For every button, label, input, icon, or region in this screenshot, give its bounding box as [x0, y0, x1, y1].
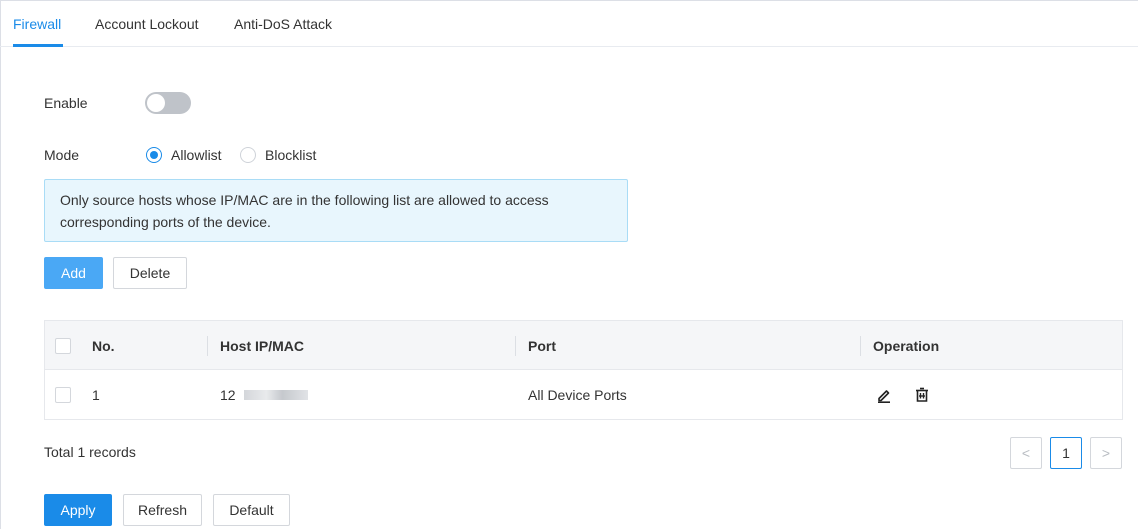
mode-radio-allowlist[interactable]: Allowlist [146, 146, 222, 164]
column-header-operation: Operation [873, 337, 940, 354]
firewall-rules-table: No. Host IP/MAC Port Operation 1 12 All … [44, 320, 1123, 420]
row-no: 1 [92, 386, 100, 403]
header-checkbox-cell [55, 321, 71, 370]
radio-checked-icon [146, 147, 162, 163]
default-button[interactable]: Default [213, 494, 290, 526]
column-header-no: No. [92, 337, 115, 354]
radio-label-blocklist: Blocklist [265, 147, 317, 163]
info-notice: Only source hosts whose IP/MAC are in th… [44, 179, 628, 242]
page-number-button[interactable]: 1 [1050, 437, 1082, 469]
refresh-button[interactable]: Refresh [123, 494, 202, 526]
row-checkbox[interactable] [55, 386, 71, 403]
delete-button[interactable]: Delete [113, 257, 187, 289]
table-header: No. Host IP/MAC Port Operation [45, 321, 1122, 370]
tab-account-lockout[interactable]: Account Lockout [95, 16, 199, 32]
enable-label: Enable [44, 95, 88, 111]
tab-anti-dos-attack[interactable]: Anti-DoS Attack [234, 16, 332, 32]
total-records: Total 1 records [44, 444, 136, 460]
radio-unchecked-icon [240, 147, 256, 163]
add-button[interactable]: Add [44, 257, 103, 289]
table-row: 1 12 All Device Ports [45, 370, 1122, 419]
radio-label-allowlist: Allowlist [171, 147, 222, 163]
edit-icon[interactable] [873, 384, 895, 406]
row-host-cell: 12 [220, 370, 308, 419]
tab-bar: Firewall Account Lockout Anti-DoS Attack [0, 0, 1138, 47]
next-page-button[interactable]: > [1090, 437, 1122, 469]
row-checkbox-cell [55, 370, 71, 419]
mode-radio-blocklist[interactable]: Blocklist [240, 146, 316, 164]
toggle-knob [147, 94, 165, 112]
enable-toggle[interactable] [145, 92, 191, 114]
row-host: 12 [220, 386, 236, 403]
tab-firewall[interactable]: Firewall [13, 16, 61, 32]
delete-icon[interactable] [911, 384, 933, 406]
column-separator [860, 336, 861, 356]
apply-button[interactable]: Apply [44, 494, 112, 526]
column-header-port: Port [528, 337, 556, 354]
redacted-host-value [243, 389, 308, 400]
row-operations [873, 370, 933, 419]
active-tab-indicator [13, 44, 63, 47]
column-separator [515, 336, 516, 356]
prev-page-button[interactable]: < [1010, 437, 1042, 469]
chevron-left-icon: < [1021, 445, 1031, 461]
column-header-host: Host IP/MAC [220, 337, 304, 354]
column-separator [207, 336, 208, 356]
row-port: All Device Ports [528, 386, 627, 403]
chevron-right-icon: > [1101, 445, 1111, 461]
select-all-checkbox[interactable] [55, 337, 71, 354]
mode-label: Mode [44, 147, 80, 163]
